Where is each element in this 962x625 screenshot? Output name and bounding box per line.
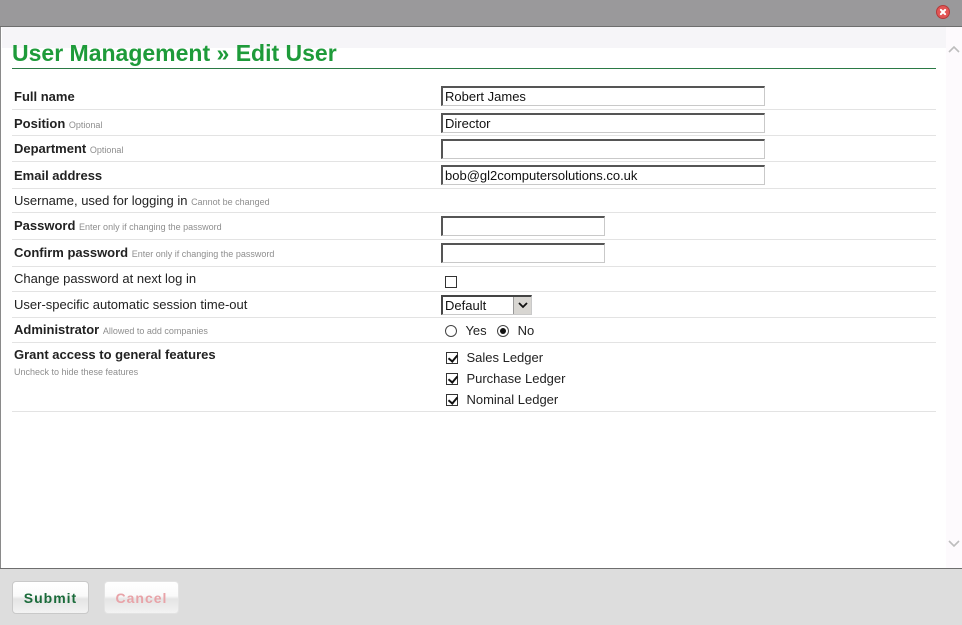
- administrator-no-radio[interactable]: [497, 324, 510, 337]
- scroll-down-icon[interactable]: [948, 540, 960, 550]
- confirm-password-label: Confirm password: [14, 245, 129, 260]
- purchase-ledger-label: Purchase Ledger: [466, 371, 566, 387]
- administrator-yes-label: Yes: [465, 323, 487, 339]
- feature-item-purchase-ledger: Purchase Ledger: [446, 370, 936, 391]
- full-name-label: Full name: [14, 89, 75, 104]
- position-hint: Optional: [68, 120, 103, 130]
- administrator-yes-radio[interactable]: [445, 324, 457, 337]
- username-hint: Cannot be changed: [191, 197, 270, 207]
- row-department: Department Optional: [12, 136, 936, 162]
- feature-item-nominal-ledger: Nominal Ledger: [446, 391, 936, 412]
- close-icon[interactable]: [936, 5, 950, 19]
- session-timeout-value: Default: [445, 298, 487, 313]
- row-email: Email address: [12, 162, 936, 189]
- department-label: Department: [14, 141, 87, 156]
- row-confirm-password: Confirm password Enter only if changing …: [12, 240, 936, 267]
- administrator-hint: Allowed to add companies: [102, 326, 208, 336]
- row-session-timeout: User-specific automatic session time-out…: [12, 292, 936, 318]
- change-password-label: Change password at next log in: [14, 271, 197, 286]
- feature-item-sales-ledger: Sales Ledger: [446, 349, 936, 370]
- features-hint: Uncheck to hide these features: [14, 367, 139, 377]
- email-label: Email address: [14, 168, 103, 183]
- nominal-ledger-checkbox[interactable]: [446, 393, 458, 406]
- confirm-password-hint: Enter only if changing the password: [131, 249, 275, 259]
- session-timeout-label: User-specific automatic session time-out: [14, 297, 248, 312]
- row-features: Grant access to general features Uncheck…: [12, 343, 936, 412]
- sales-ledger-checkbox[interactable]: [446, 351, 458, 364]
- chevron-down-icon[interactable]: [513, 297, 531, 314]
- password-label: Password: [14, 218, 76, 233]
- row-change-password: Change password at next log in: [12, 267, 936, 292]
- features-list: Sales Ledger Purchase Ledger Nominal Led…: [441, 347, 936, 412]
- dialog-footer: Submit Cancel: [0, 568, 962, 625]
- session-timeout-select[interactable]: Default: [441, 295, 532, 315]
- features-label: Grant access to general features: [14, 347, 216, 362]
- row-position: Position Optional: [12, 110, 936, 136]
- sales-ledger-label: Sales Ledger: [466, 350, 544, 366]
- position-input[interactable]: [441, 113, 765, 133]
- administrator-label: Administrator: [14, 322, 100, 337]
- row-administrator: Administrator Allowed to add companies Y…: [12, 318, 936, 343]
- confirm-password-input[interactable]: [441, 243, 605, 263]
- dialog-titlebar: [0, 0, 962, 27]
- submit-button[interactable]: Submit: [12, 581, 89, 614]
- title-divider: [12, 68, 936, 69]
- password-input[interactable]: [441, 216, 605, 236]
- cancel-button[interactable]: Cancel: [104, 581, 179, 614]
- email-input[interactable]: [441, 165, 765, 185]
- change-password-checkbox[interactable]: [445, 275, 457, 288]
- administrator-no-label: No: [517, 323, 535, 339]
- username-label: Username, used for logging in: [14, 193, 188, 208]
- full-name-input[interactable]: [441, 86, 765, 106]
- department-hint: Optional: [89, 145, 124, 155]
- edit-user-form: Full name Position Optional Department O…: [12, 83, 936, 412]
- position-label: Position: [14, 116, 66, 131]
- scroll-up-icon[interactable]: [948, 45, 960, 55]
- nominal-ledger-label: Nominal Ledger: [466, 392, 559, 408]
- dialog-content: User Management » Edit User Full name Po…: [0, 27, 962, 568]
- row-password: Password Enter only if changing the pass…: [12, 213, 936, 240]
- department-input[interactable]: [441, 139, 765, 159]
- row-username: Username, used for logging in Cannot be …: [12, 189, 936, 213]
- purchase-ledger-checkbox[interactable]: [446, 372, 458, 385]
- scrollbar[interactable]: [946, 27, 962, 568]
- page-title: User Management » Edit User: [12, 40, 337, 66]
- password-hint: Enter only if changing the password: [79, 222, 222, 232]
- row-full-name: Full name: [12, 83, 936, 110]
